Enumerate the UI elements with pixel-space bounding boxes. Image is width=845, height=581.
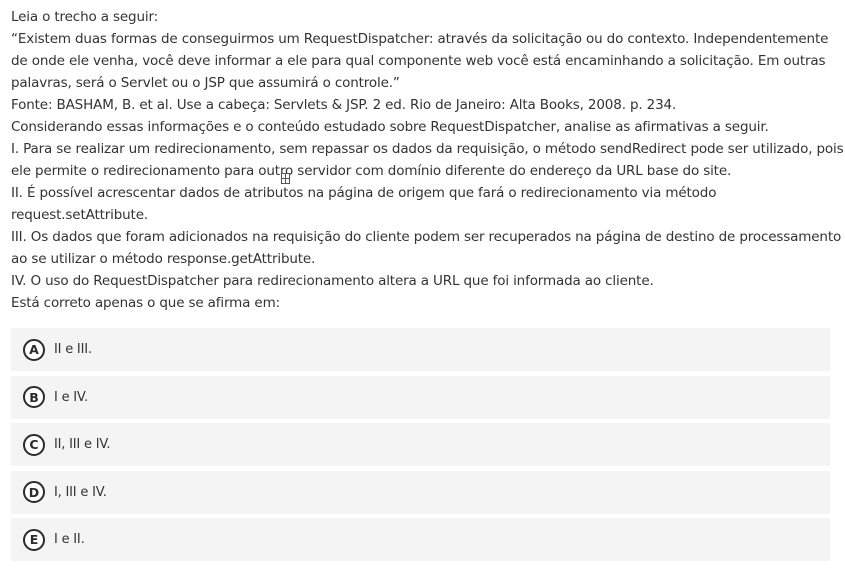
question-line: Está correto apenas o que se afirma em: — [11, 295, 280, 311]
alternative-a[interactable]: A II e III. — [11, 328, 830, 371]
text-cursor-icon — [281, 173, 290, 184]
question-line: Fonte: BASHAM, B. et al. Use a cabeça: S… — [11, 97, 677, 113]
alternative-text-b[interactable]: I e IV. — [54, 390, 88, 405]
alternative-letter-a[interactable]: A — [23, 338, 45, 361]
question-line: “Existem duas formas de conseguirmos um … — [11, 31, 829, 47]
alternative-e[interactable]: E I e II. — [11, 518, 830, 561]
question-line: de onde ele venha, você deve informar a … — [11, 53, 826, 69]
question-line: request.setAttribute. — [11, 207, 148, 223]
alternatives-list: A II e III. B I e IV. C II, III e IV. D … — [11, 328, 830, 566]
question-text: Leia o trecho a seguir: “Existem duas fo… — [11, 6, 844, 314]
question-line: ele permite o redirecionamento para outr… — [11, 163, 732, 179]
alternative-d[interactable]: D I, III e IV. — [11, 470, 830, 514]
alternative-text-c[interactable]: II, III e IV. — [54, 437, 110, 452]
question-line: I. Para se realizar um redirecionamento,… — [11, 141, 844, 157]
alternative-letter-c[interactable]: C — [23, 433, 45, 456]
alternative-text-e[interactable]: I e II. — [54, 532, 85, 547]
alternative-text-a[interactable]: II e III. — [54, 342, 92, 357]
alternative-b[interactable]: B I e IV. — [11, 375, 830, 419]
alternative-letter-b[interactable]: B — [23, 386, 45, 408]
question-line: Leia o trecho a seguir: — [11, 9, 159, 25]
question-line: ao se utilizar o método response.getAttr… — [11, 251, 316, 267]
alternative-letter-e[interactable]: E — [23, 528, 45, 551]
alternative-c[interactable]: C II, III e IV. — [11, 423, 830, 466]
alternative-text-d[interactable]: I, III e IV. — [54, 485, 107, 500]
question-line: palavras, será o Servlet ou o JSP que as… — [11, 75, 400, 91]
question-line: III. Os dados que foram adicionados na r… — [11, 229, 842, 245]
question-line: II. É possível acrescentar dados de atri… — [11, 185, 717, 201]
question-line: Considerando essas informações e o conte… — [11, 119, 769, 135]
alternative-letter-d[interactable]: D — [23, 481, 45, 503]
question-line: IV. O uso do RequestDispatcher para redi… — [11, 273, 654, 289]
